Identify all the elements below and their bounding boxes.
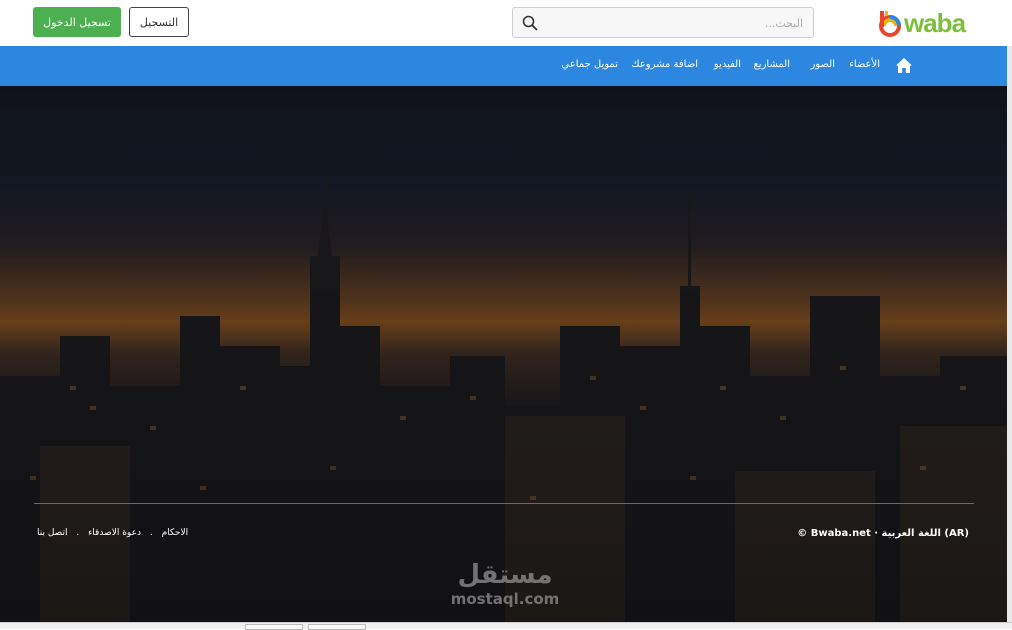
footer-link-invite-friends[interactable]: دعوة الاصدقاء [88, 528, 141, 538]
footer-divider [34, 503, 974, 504]
top-header: تسجيل الدخول التسجيل waba [0, 0, 1012, 46]
home-icon[interactable] [895, 57, 913, 74]
search-input[interactable] [551, 8, 805, 39]
bottom-tab[interactable] [308, 624, 366, 630]
nav-item-videos[interactable]: الفيديو [714, 59, 741, 70]
hero-background: الاحكام . دعوة الاصدقاء . اتصل بنا © Bwa… [0, 86, 1007, 622]
main-navbar: الأعضاء الصور المشاريع الفيديو اضافة مشر… [0, 46, 1007, 86]
vertical-scrollbar[interactable] [1007, 46, 1012, 622]
watermark-latin: mostaql.com [450, 590, 560, 608]
logo[interactable]: waba [877, 6, 977, 40]
search-box [512, 7, 814, 39]
search-icon[interactable] [522, 15, 538, 31]
nav-item-add-project[interactable]: اضافة مشروعك [631, 59, 698, 70]
login-button[interactable]: تسجيل الدخول [33, 7, 121, 37]
bottom-tab[interactable] [245, 624, 303, 630]
register-button[interactable]: التسجيل [129, 7, 189, 37]
footer-copyright: © Bwaba.net · اللغة العربية (AR) [797, 528, 969, 539]
logo-text: waba [904, 8, 966, 38]
mostaql-watermark: مستقل mostaql.com [430, 560, 580, 616]
watermark-arabic: مستقل [457, 560, 553, 590]
logo-mark-icon [879, 11, 901, 37]
nav-item-photos[interactable]: الصور [811, 59, 836, 70]
footer-link-contact[interactable]: اتصل بنا [37, 528, 67, 538]
nav-item-crowdfunding[interactable]: تمويل جماعي [561, 59, 618, 70]
nav-item-members[interactable]: الأعضاء [849, 59, 880, 70]
footer-separator: . [76, 528, 80, 538]
footer-separator: . [149, 528, 153, 538]
footer-links: الاحكام . دعوة الاصدقاء . اتصل بنا [34, 528, 191, 538]
footer-link-terms[interactable]: الاحكام [162, 528, 188, 538]
city-skyline-image [0, 86, 1007, 622]
nav-item-projects[interactable]: المشاريع [753, 59, 790, 70]
